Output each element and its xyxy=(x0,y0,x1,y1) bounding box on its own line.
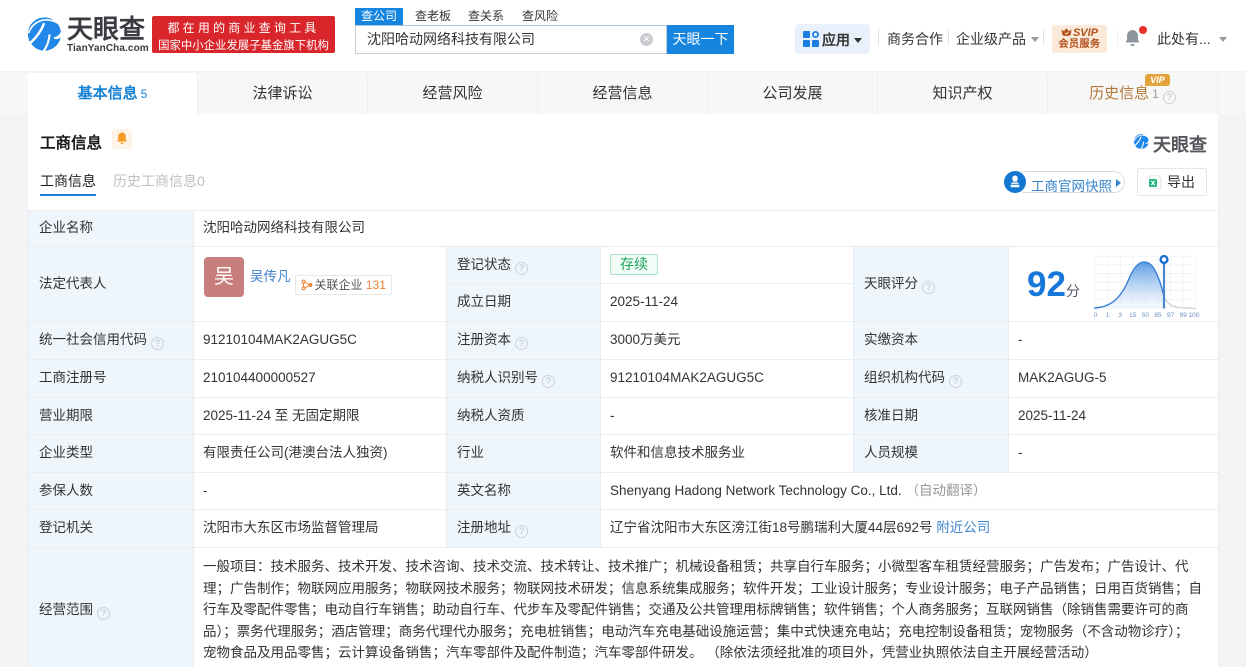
svg-text:15: 15 xyxy=(1129,312,1137,317)
svg-text:97: 97 xyxy=(1167,312,1175,317)
svg-text:0: 0 xyxy=(1094,312,1098,317)
svg-text:50: 50 xyxy=(1142,312,1150,317)
svg-text:100: 100 xyxy=(1189,312,1200,317)
svg-text:85: 85 xyxy=(1154,312,1162,317)
svg-text:3: 3 xyxy=(1118,312,1122,317)
svg-text:1: 1 xyxy=(1106,312,1110,317)
svg-text:99: 99 xyxy=(1180,312,1188,317)
